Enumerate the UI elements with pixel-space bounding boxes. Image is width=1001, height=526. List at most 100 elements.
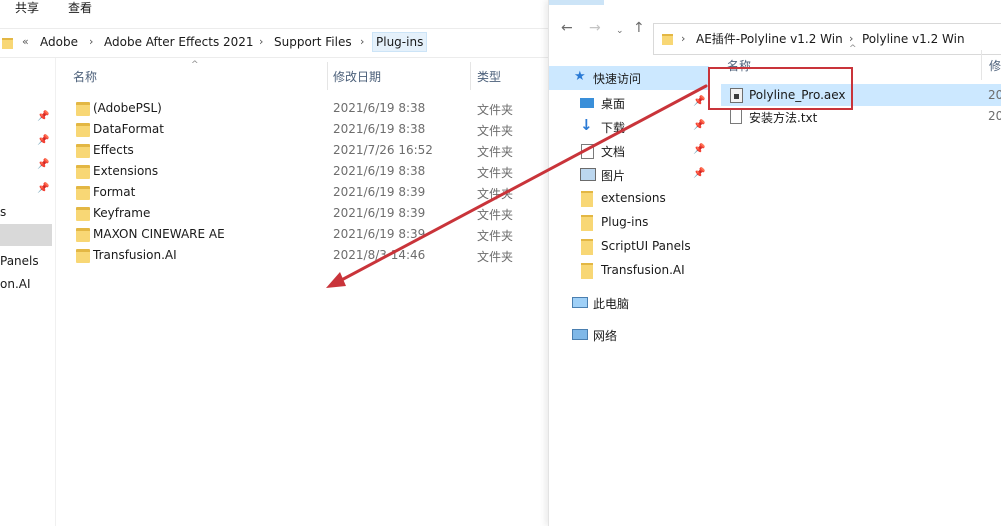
column-header-name[interactable]: 名称 [727, 57, 751, 74]
breadcrumb-ae-plugin[interactable]: AE插件-Polyline v1.2 Win [696, 31, 843, 47]
pin-icon[interactable]: 📌 [37, 159, 49, 170]
folder-row[interactable]: Effects 2021/7/26 16:52 文件夹 [70, 140, 546, 161]
column-divider[interactable] [327, 62, 328, 90]
forward-arrow-icon[interactable]: → [589, 20, 601, 36]
folder-type: 文件夹 [477, 166, 514, 180]
folder-name: Transfusion.AI [93, 248, 177, 262]
nav-item-this-pc[interactable]: 此电脑 [549, 291, 709, 315]
nav-item-downloads[interactable]: ↓ 下载 📌 [549, 115, 709, 139]
folder-date: 2021/6/19 8:38 [333, 164, 426, 178]
document-icon [581, 144, 594, 159]
pin-icon[interactable]: 📌 [37, 135, 49, 146]
tab-view[interactable]: 查看 [68, 0, 92, 16]
file-name: 安装方法.txt [749, 111, 818, 125]
folder-row[interactable]: Keyframe 2021/6/19 8:39 文件夹 [70, 203, 546, 224]
folder-row[interactable]: Transfusion.AI 2021/8/3 14:46 文件夹 [70, 245, 546, 266]
folder-icon [76, 144, 90, 158]
pin-icon[interactable]: 📌 [37, 183, 49, 194]
folder-date: 2021/8/3 14:46 [333, 248, 426, 262]
breadcrumb-polyline[interactable]: Polyline v1.2 Win [862, 31, 965, 47]
nav-item-selected[interactable] [0, 224, 52, 246]
column-header-name[interactable]: 名称 [73, 68, 97, 85]
nav-item-partial[interactable]: s [0, 205, 6, 219]
nav-item-folder[interactable]: Plug-ins [549, 211, 709, 235]
nav-item-documents[interactable]: 文档 📌 [549, 139, 709, 163]
nav-item-network[interactable]: 网络 [549, 323, 709, 347]
nav-item-partial[interactable]: on.AI [0, 277, 31, 291]
nav-item-quick-access[interactable]: ★ 快速访问 [549, 66, 709, 90]
nav-item-pictures[interactable]: 图片 📌 [549, 163, 709, 187]
sort-ascending-icon: ^ [849, 44, 857, 54]
column-divider[interactable] [470, 62, 471, 90]
folder-date: 2021/6/19 8:38 [333, 101, 426, 115]
folder-row[interactable]: Extensions 2021/6/19 8:38 文件夹 [70, 161, 546, 182]
nav-item-label: ScriptUI Panels [601, 239, 691, 253]
overflow-chevron-icon[interactable]: « [22, 34, 29, 50]
breadcrumb-after-effects[interactable]: Adobe After Effects 2021 [104, 34, 254, 50]
back-arrow-icon[interactable]: ← [561, 20, 573, 36]
up-arrow-icon[interactable]: ↑ [633, 20, 645, 36]
nav-item-label: 桌面 [601, 97, 626, 111]
pin-icon[interactable]: 📌 [37, 111, 49, 122]
sort-ascending-icon: ^ [191, 60, 199, 70]
nav-item-partial[interactable]: Panels [0, 254, 39, 268]
folder-date: 2021/6/19 8:38 [333, 122, 426, 136]
pin-icon[interactable]: 📌 [693, 168, 705, 179]
chevron-right-icon: › [259, 35, 264, 48]
breadcrumb-adobe[interactable]: Adobe [40, 34, 78, 50]
file-row-install-txt[interactable]: 安装方法.txt 20 [721, 105, 1001, 127]
folder-icon [76, 186, 90, 200]
ribbon-tabs: 共享 查看 [0, 0, 548, 18]
chevron-right-icon: › [360, 35, 365, 48]
nav-item-label: Transfusion.AI [601, 263, 685, 277]
explorer-window-plugins: 共享 查看 « Adobe › Adobe After Effects 2021… [0, 0, 548, 526]
folder-icon [581, 215, 593, 231]
column-divider[interactable] [981, 50, 982, 80]
folder-row[interactable]: (AdobePSL) 2021/6/19 8:38 文件夹 [70, 98, 546, 119]
file-row-polyline-aex[interactable]: Polyline_Pro.aex 20 [721, 84, 1001, 106]
navigation-bar: ← → ⌄ ↑ › AE插件-Polyline v1.2 Win › Polyl… [549, 12, 1001, 55]
address-bar[interactable]: « Adobe › Adobe After Effects 2021 › Sup… [0, 28, 548, 58]
folder-row[interactable]: MAXON CINEWARE AE 2021/6/19 8:39 文件夹 [70, 224, 546, 245]
nav-item-desktop[interactable]: 桌面 📌 [549, 91, 709, 115]
tab-share[interactable]: 共享 [15, 0, 39, 16]
folder-name: Extensions [93, 164, 159, 178]
pin-icon[interactable]: 📌 [693, 144, 705, 155]
picture-icon [580, 168, 596, 181]
folder-icon [2, 38, 13, 49]
pin-icon[interactable]: 📌 [693, 96, 705, 107]
nav-item-folder[interactable]: ScriptUI Panels [549, 235, 709, 259]
nav-item-label: 图片 [601, 169, 626, 183]
nav-item-folder[interactable]: Transfusion.AI [549, 259, 709, 283]
folder-icon [76, 207, 90, 221]
folder-type: 文件夹 [477, 145, 514, 159]
folder-name: Keyframe [93, 206, 151, 220]
folder-row[interactable]: Format 2021/6/19 8:39 文件夹 [70, 182, 546, 203]
nav-item-folder[interactable]: extensions [549, 187, 709, 211]
folder-name: Effects [93, 143, 134, 157]
folder-icon [76, 102, 90, 116]
column-header-date[interactable]: 修改日期 [333, 68, 381, 85]
recent-dropdown-icon[interactable]: ⌄ [616, 23, 624, 39]
address-bar[interactable]: › AE插件-Polyline v1.2 Win › Polyline v1.2… [653, 23, 1001, 55]
nav-item-label: 下载 [601, 121, 626, 135]
breadcrumb-plug-ins[interactable]: Plug-ins [372, 32, 428, 52]
chevron-right-icon: › [89, 35, 94, 48]
folder-icon [76, 123, 90, 137]
folder-row[interactable]: DataFormat 2021/6/19 8:38 文件夹 [70, 119, 546, 140]
desktop-icon [580, 98, 594, 108]
computer-icon [572, 297, 588, 308]
nav-item-label: Plug-ins [601, 215, 649, 229]
folder-date: 2021/6/19 8:39 [333, 206, 426, 220]
file-name: Polyline_Pro.aex [749, 88, 846, 102]
folder-icon [581, 239, 593, 255]
pin-icon[interactable]: 📌 [693, 120, 705, 131]
breadcrumb-support-files[interactable]: Support Files [274, 34, 352, 50]
folder-type: 文件夹 [477, 124, 514, 138]
navigation-pane: ★ 快速访问 桌面 📌 ↓ 下载 📌 文档 📌 图片 📌 extensions P… [549, 60, 709, 526]
column-header-date[interactable]: 修 [989, 57, 1001, 74]
folder-date: 2021/6/19 8:39 [333, 185, 426, 199]
download-arrow-icon: ↓ [580, 116, 593, 134]
nav-item-label: 网络 [593, 329, 618, 343]
column-header-type[interactable]: 类型 [477, 68, 501, 85]
